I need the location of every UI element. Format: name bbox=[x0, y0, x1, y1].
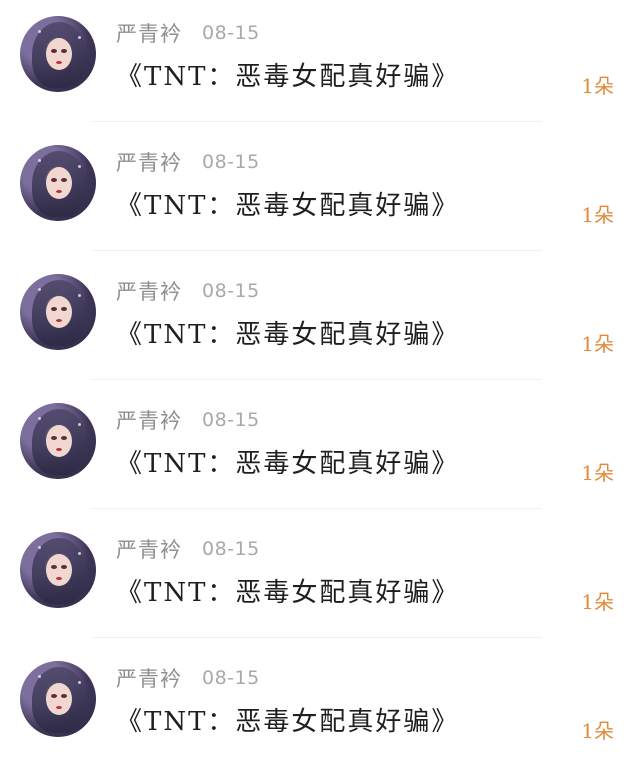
item-meta: 严青衿 08-15 bbox=[116, 407, 260, 433]
timestamp: 08-15 bbox=[202, 280, 260, 302]
timestamp: 08-15 bbox=[202, 22, 260, 44]
item-meta: 严青衿 08-15 bbox=[116, 20, 260, 46]
list-item[interactable]: 严青衿 08-15 《TNT：恶毒女配真好骗》 1朵 bbox=[0, 516, 640, 645]
avatar[interactable] bbox=[20, 145, 96, 221]
avatar[interactable] bbox=[20, 16, 96, 92]
gift-count: 1朵 bbox=[581, 461, 614, 485]
list-item[interactable]: 严青衿 08-15 《TNT：恶毒女配真好骗》 1朵 bbox=[0, 129, 640, 258]
username[interactable]: 严青衿 bbox=[116, 405, 182, 435]
gift-count: 1朵 bbox=[581, 332, 614, 356]
divider bbox=[92, 508, 542, 509]
book-title[interactable]: 《TNT：恶毒女配真好骗》 bbox=[116, 701, 459, 738]
divider bbox=[92, 250, 542, 251]
timestamp: 08-15 bbox=[202, 667, 260, 689]
username[interactable]: 严青衿 bbox=[116, 18, 182, 48]
book-title[interactable]: 《TNT：恶毒女配真好骗》 bbox=[116, 185, 459, 222]
book-title[interactable]: 《TNT：恶毒女配真好骗》 bbox=[116, 572, 459, 609]
avatar[interactable] bbox=[20, 532, 96, 608]
gift-count: 1朵 bbox=[581, 203, 614, 227]
divider bbox=[92, 379, 542, 380]
item-meta: 严青衿 08-15 bbox=[116, 665, 260, 691]
list-item[interactable]: 严青衿 08-15 《TNT：恶毒女配真好骗》 1朵 bbox=[0, 258, 640, 387]
item-meta: 严青衿 08-15 bbox=[116, 278, 260, 304]
avatar[interactable] bbox=[20, 403, 96, 479]
gift-count: 1朵 bbox=[581, 590, 614, 614]
book-title[interactable]: 《TNT：恶毒女配真好骗》 bbox=[116, 314, 459, 351]
username[interactable]: 严青衿 bbox=[116, 534, 182, 564]
timestamp: 08-15 bbox=[202, 151, 260, 173]
divider bbox=[92, 121, 542, 122]
avatar[interactable] bbox=[20, 274, 96, 350]
list-item[interactable]: 严青衿 08-15 《TNT：恶毒女配真好骗》 1朵 bbox=[0, 645, 640, 773]
divider bbox=[92, 637, 542, 638]
book-title[interactable]: 《TNT：恶毒女配真好骗》 bbox=[116, 56, 459, 93]
item-meta: 严青衿 08-15 bbox=[116, 149, 260, 175]
item-meta: 严青衿 08-15 bbox=[116, 536, 260, 562]
username[interactable]: 严青衿 bbox=[116, 147, 182, 177]
book-title[interactable]: 《TNT：恶毒女配真好骗》 bbox=[116, 443, 459, 480]
gift-count: 1朵 bbox=[581, 74, 614, 98]
gift-record-list: 严青衿 08-15 《TNT：恶毒女配真好骗》 1朵 严青衿 08-15 《TN… bbox=[0, 0, 640, 773]
username[interactable]: 严青衿 bbox=[116, 276, 182, 306]
list-item[interactable]: 严青衿 08-15 《TNT：恶毒女配真好骗》 1朵 bbox=[0, 0, 640, 129]
avatar[interactable] bbox=[20, 661, 96, 737]
timestamp: 08-15 bbox=[202, 409, 260, 431]
username[interactable]: 严青衿 bbox=[116, 663, 182, 693]
list-item[interactable]: 严青衿 08-15 《TNT：恶毒女配真好骗》 1朵 bbox=[0, 387, 640, 516]
timestamp: 08-15 bbox=[202, 538, 260, 560]
gift-count: 1朵 bbox=[581, 719, 614, 743]
